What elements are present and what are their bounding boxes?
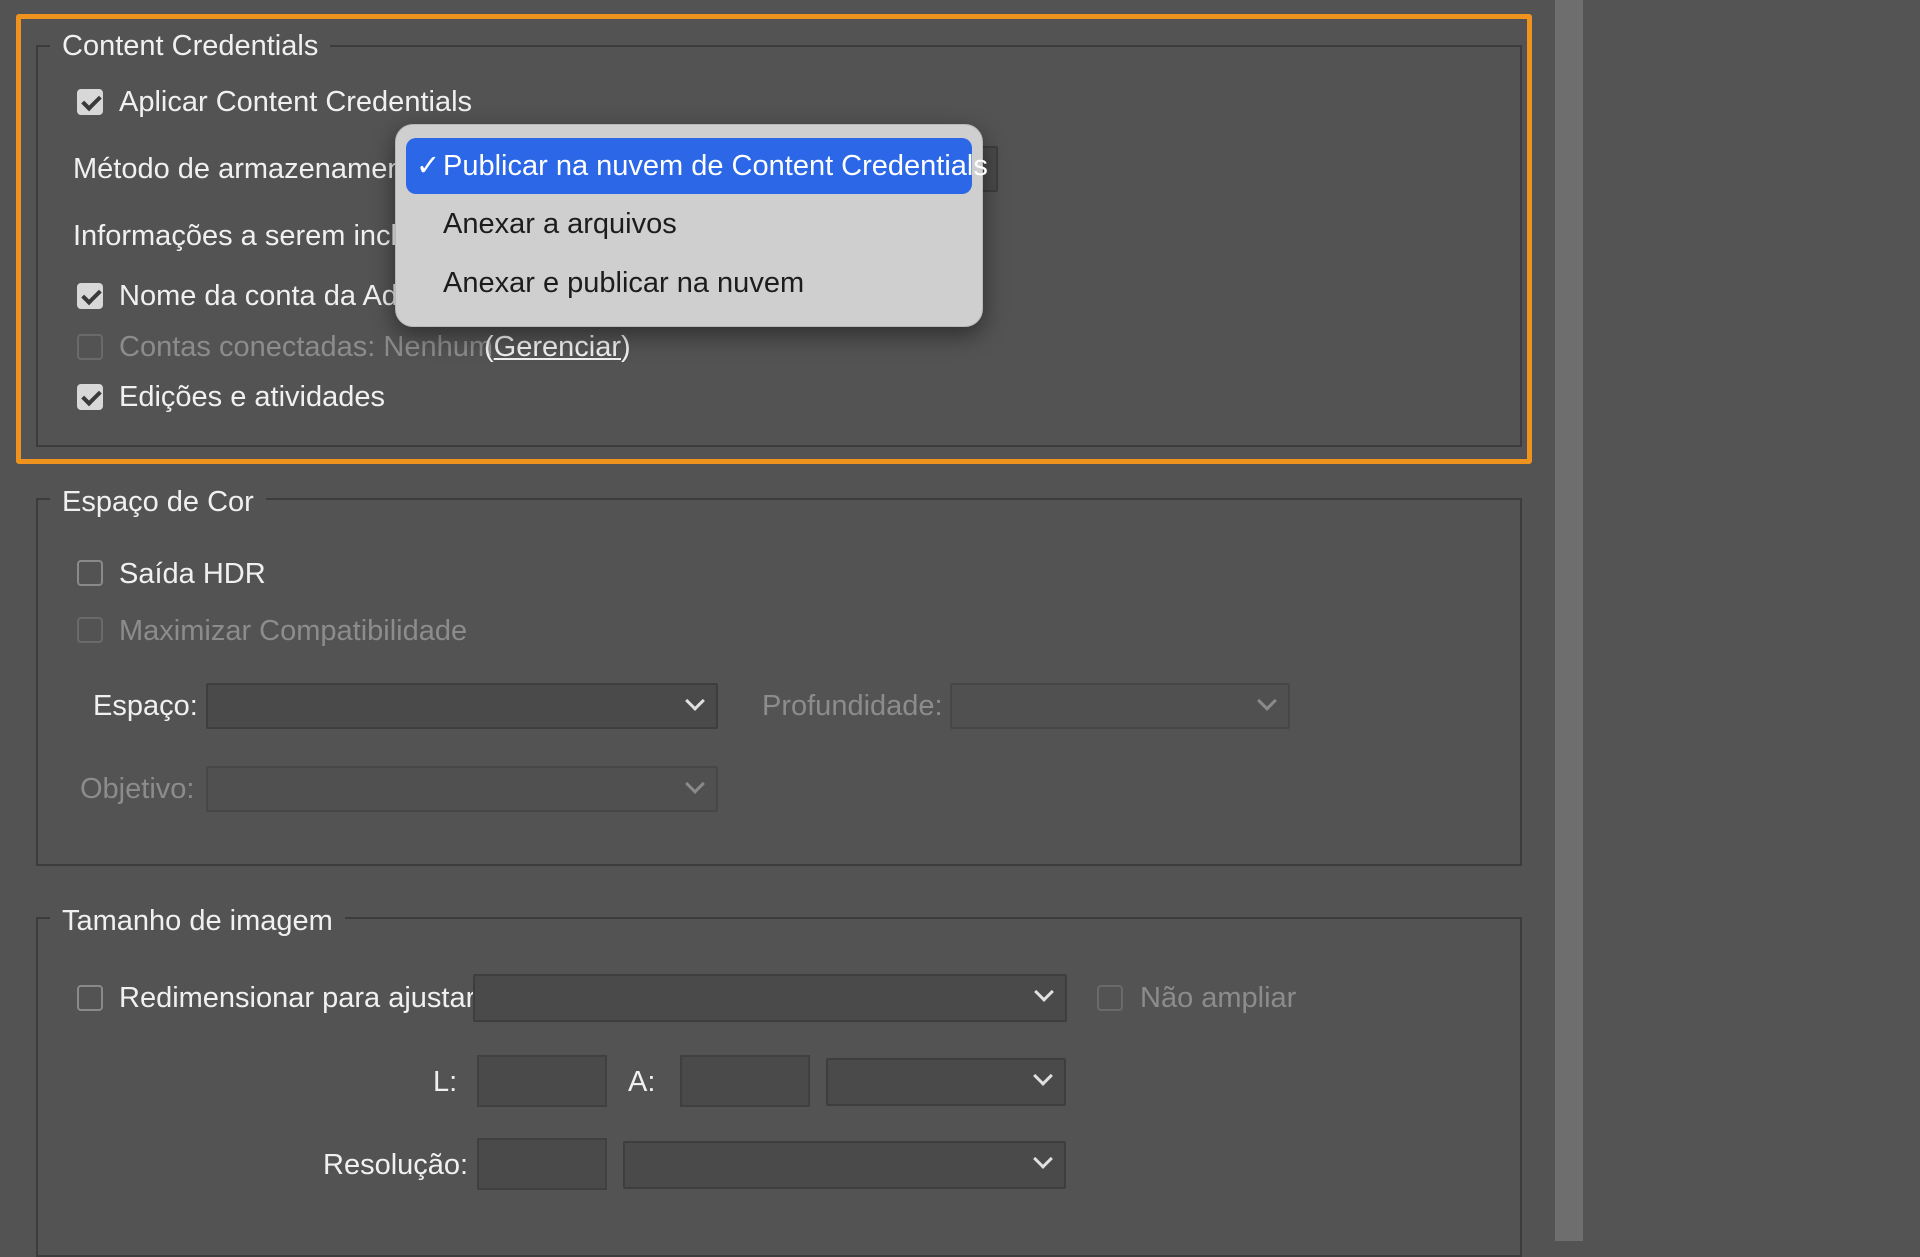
- resolution-unit-select[interactable]: [623, 1141, 1066, 1189]
- hdr-output-checkbox[interactable]: [77, 560, 103, 586]
- hdr-output-label: Saída HDR: [119, 558, 266, 590]
- storage-method-menu: ✓ Publicar na nuvem de Content Credentia…: [395, 124, 988, 327]
- chevron-down-icon: [1034, 982, 1054, 1002]
- chevron-down-icon: [1257, 691, 1277, 711]
- menu-option-label: Anexar a arquivos: [443, 208, 677, 240]
- checkmark-icon: ✓: [416, 150, 441, 182]
- intent-select: [206, 766, 718, 812]
- color-space-title: Espaço de Cor: [50, 485, 266, 519]
- resolution-label: Resolução:: [323, 1149, 469, 1181]
- size-unit-select[interactable]: [826, 1058, 1066, 1106]
- intent-label: Objetivo:: [80, 773, 195, 805]
- menu-option-label: Anexar e publicar na nuvem: [443, 267, 805, 299]
- resize-to-fit-label: Redimensionar para ajustar:: [119, 982, 484, 1014]
- depth-select: [950, 683, 1290, 729]
- resolution-input[interactable]: [477, 1138, 607, 1190]
- chevron-down-icon: [1033, 1149, 1053, 1169]
- resize-to-fit-select[interactable]: [473, 974, 1067, 1022]
- no-enlarge-checkbox: [1097, 985, 1123, 1011]
- menu-option-attach-publish[interactable]: Anexar e publicar na nuvem: [406, 255, 972, 311]
- image-size-title: Tamanho de imagem: [50, 904, 345, 938]
- width-input[interactable]: [477, 1055, 607, 1107]
- chevron-down-icon: [685, 774, 705, 794]
- right-pane: [1583, 0, 1920, 1241]
- width-label: L:: [433, 1066, 458, 1098]
- space-select[interactable]: [206, 683, 718, 729]
- menu-option-label: Publicar na nuvem de Content Credentials: [443, 150, 988, 182]
- panel-divider[interactable]: [1555, 0, 1583, 1241]
- menu-option-publish-cloud[interactable]: ✓ Publicar na nuvem de Content Credentia…: [406, 138, 988, 194]
- no-enlarge-label: Não ampliar: [1140, 982, 1297, 1014]
- chevron-down-icon: [685, 691, 705, 711]
- max-compat-checkbox: [77, 617, 103, 643]
- chevron-down-icon: [1033, 1066, 1053, 1086]
- max-compat-label: Maximizar Compatibilidade: [119, 615, 468, 647]
- height-input[interactable]: [680, 1055, 810, 1107]
- height-label: A:: [628, 1066, 656, 1098]
- space-label: Espaço:: [93, 690, 198, 722]
- depth-label: Profundidade:: [762, 690, 943, 722]
- menu-option-attach-files[interactable]: Anexar a arquivos: [406, 196, 972, 252]
- resize-to-fit-checkbox[interactable]: [77, 985, 103, 1011]
